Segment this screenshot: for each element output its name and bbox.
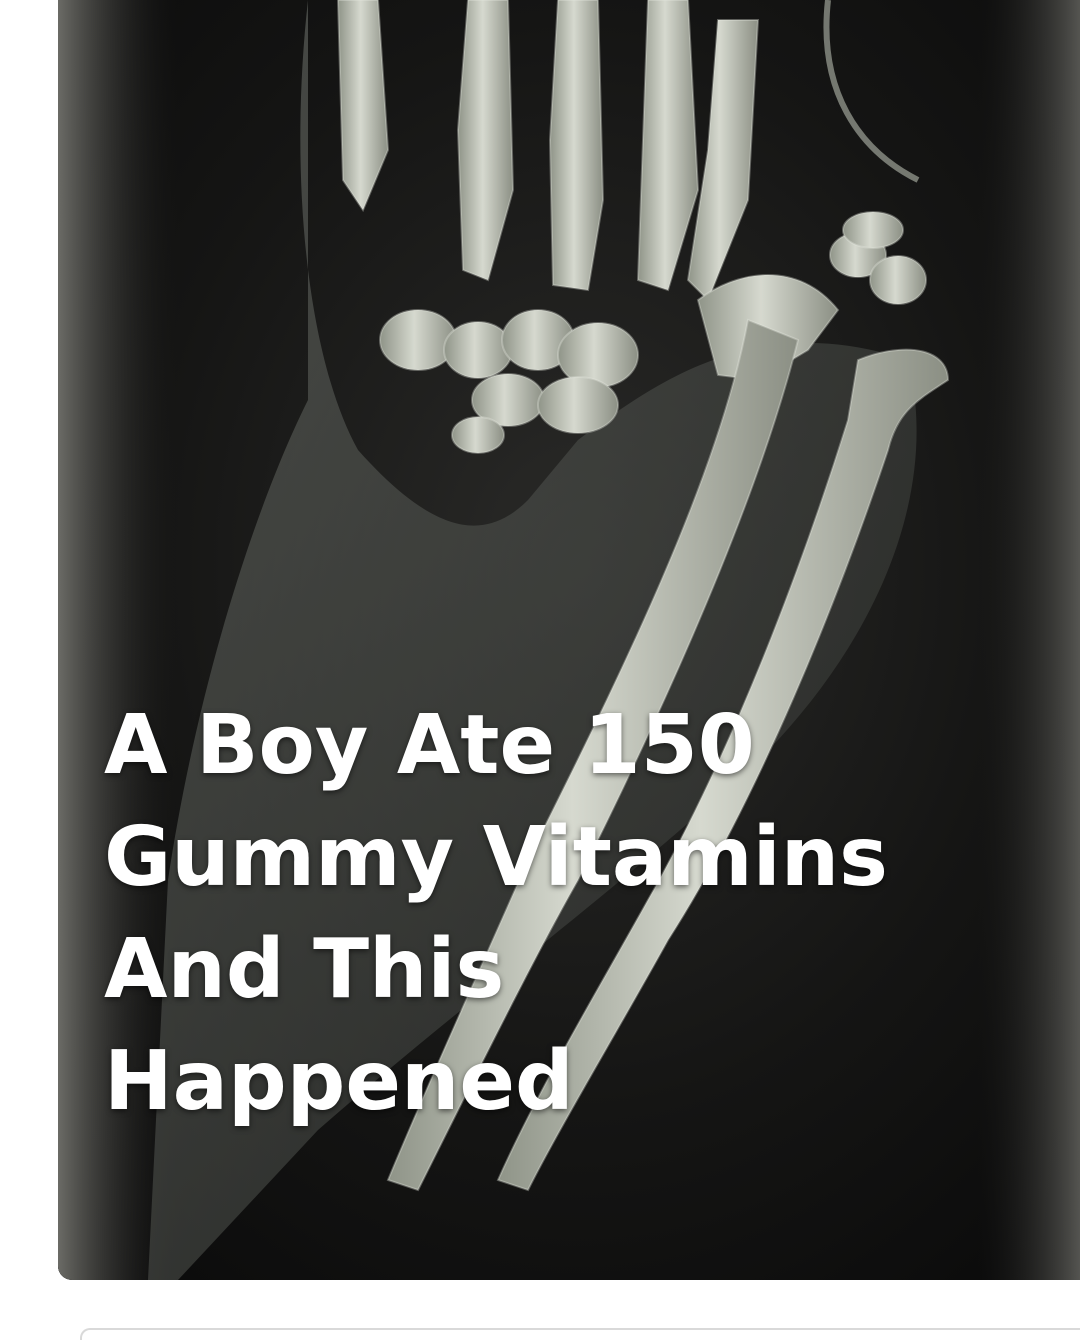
headline-line-3: And This — [104, 922, 505, 1017]
headline-line-2: Gummy Vitamins — [104, 810, 888, 905]
headline-line-1: A Boy Ate 150 — [104, 698, 755, 793]
headline-line-4: Happened — [104, 1034, 574, 1129]
next-card-edge — [80, 1328, 1080, 1340]
left-gutter — [0, 0, 58, 1280]
headline[interactable]: A Boy Ate 150 Gummy Vitamins And This Ha… — [104, 690, 1064, 1138]
article-card[interactable]: A Boy Ate 150 Gummy Vitamins And This Ha… — [58, 0, 1080, 1280]
page: A Boy Ate 150 Gummy Vitamins And This Ha… — [0, 0, 1080, 1340]
